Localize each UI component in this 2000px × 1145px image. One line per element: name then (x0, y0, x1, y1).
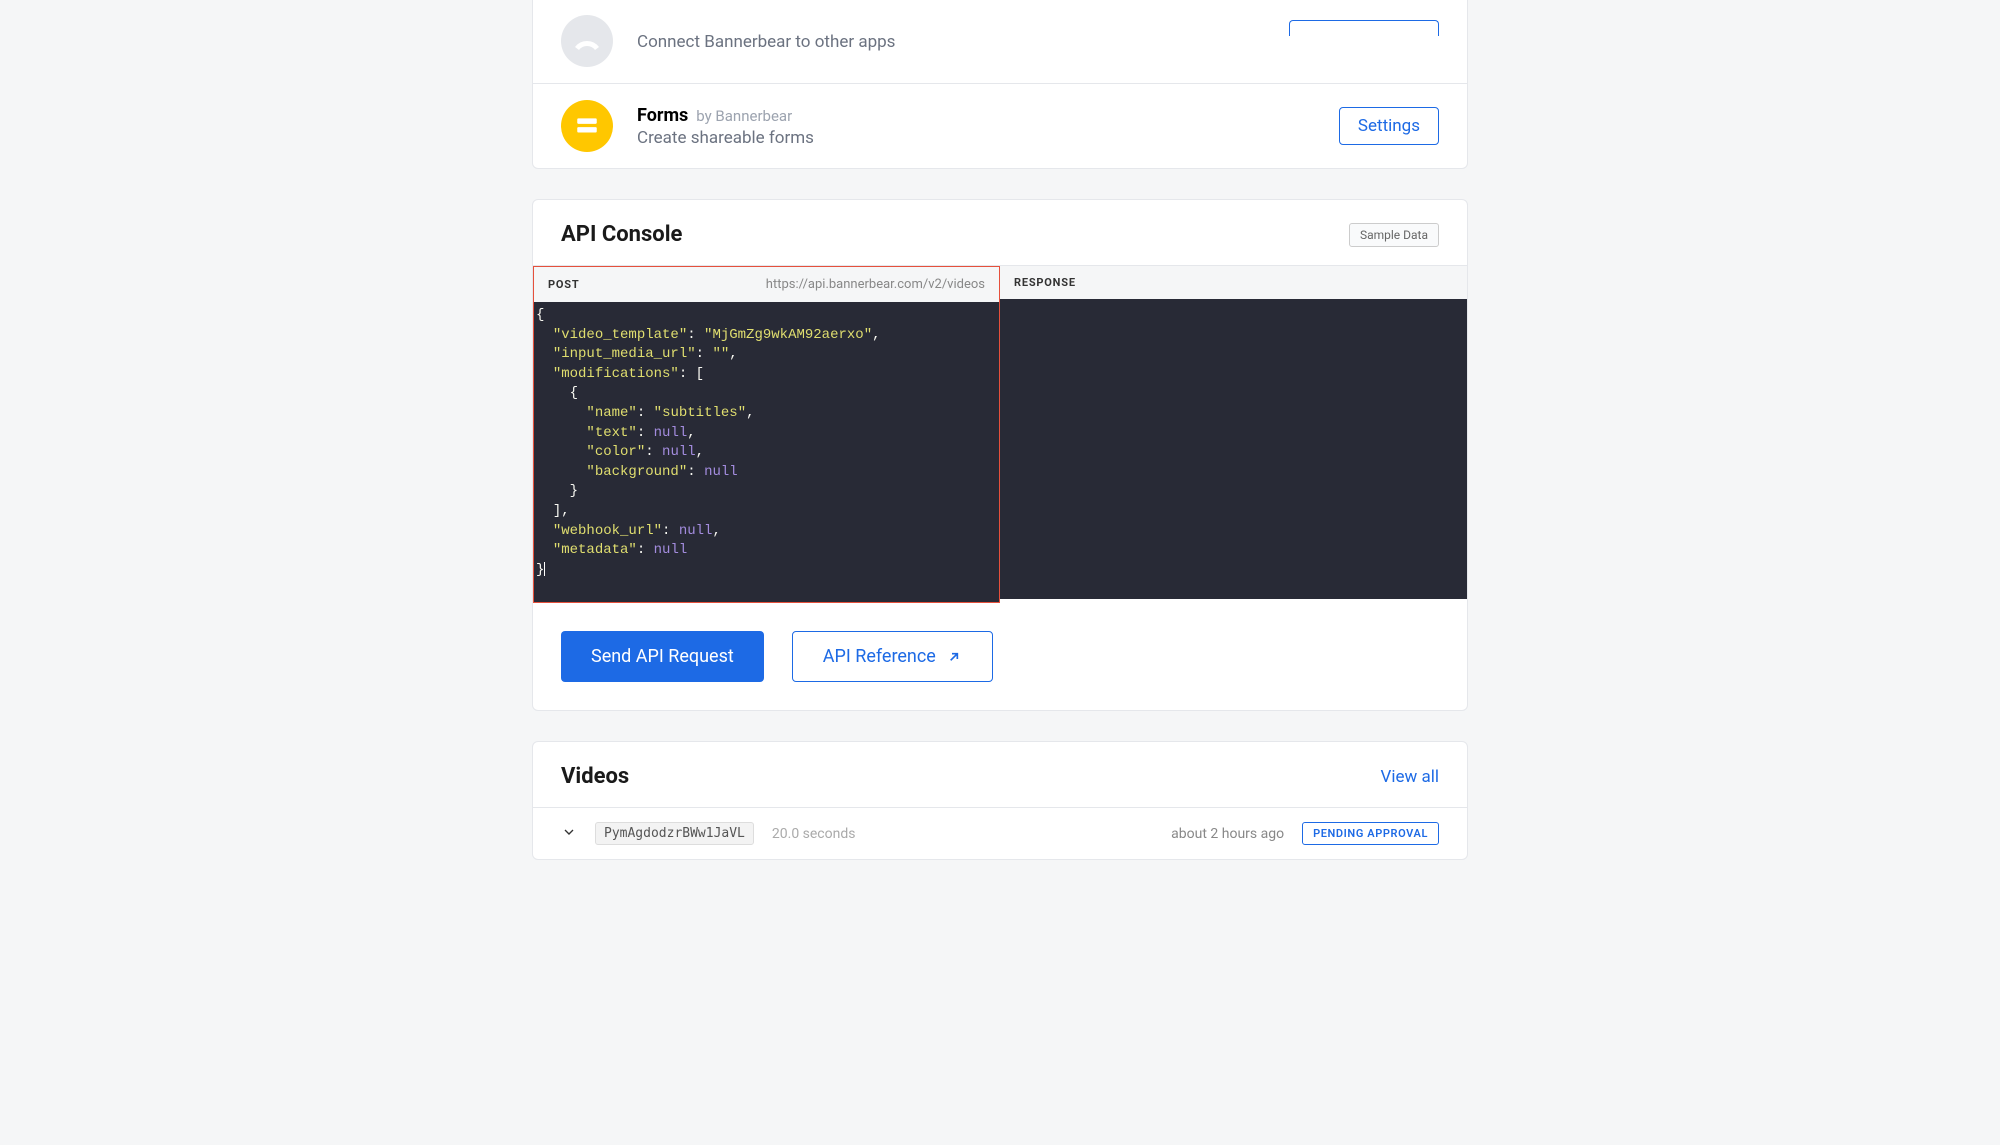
forms-title: Forms (637, 105, 688, 126)
forms-settings-button[interactable]: Settings (1339, 107, 1439, 145)
api-reference-label: API Reference (823, 646, 936, 667)
partial-button[interactable] (1289, 20, 1439, 36)
external-link-icon (946, 649, 962, 665)
mod-name-value: subtitles (662, 405, 738, 421)
send-api-request-button[interactable]: Send API Request (561, 631, 764, 682)
webhook-value: null (679, 523, 713, 539)
request-url: https://api.bannerbear.com/v2/videos (766, 277, 985, 292)
video-row[interactable]: PymAgdodzrBWw1JaVL 20.0 seconds about 2 … (533, 807, 1467, 859)
video-timeago: about 2 hours ago (1171, 826, 1284, 842)
forms-subtitle: Create shareable forms (637, 128, 814, 148)
chevron-down-icon[interactable] (561, 824, 577, 844)
metadata-value: null (654, 542, 688, 558)
mod-bg-value: null (704, 464, 738, 480)
video-duration: 20.0 seconds (772, 826, 856, 842)
response-body (1000, 299, 1467, 599)
response-label: RESPONSE (1014, 276, 1076, 289)
connect-icon (561, 15, 613, 67)
forms-icon (561, 100, 613, 152)
mod-color-value: null (662, 444, 696, 460)
status-badge: PENDING APPROVAL (1302, 822, 1439, 845)
videos-title: Videos (561, 764, 629, 789)
api-reference-button[interactable]: API Reference (792, 631, 993, 682)
arc-icon (572, 26, 602, 56)
forms-glyph (574, 113, 600, 139)
video-template-value: MjGmZg9wkAM92aerxo (712, 327, 863, 343)
editor-cursor (544, 562, 545, 576)
video-id: PymAgdodzrBWw1JaVL (595, 822, 754, 845)
connect-subtitle: Connect Bannerbear to other apps (637, 32, 895, 52)
api-console-title: API Console (561, 222, 682, 247)
forms-byline: by Bannerbear (696, 107, 792, 125)
mod-text-value: null (654, 425, 688, 441)
request-method-label: POST (548, 278, 579, 291)
view-all-link[interactable]: View all (1381, 767, 1439, 787)
request-body-editor[interactable]: { "video_template": "MjGmZg9wkAM92aerxo"… (534, 302, 999, 602)
sample-data-button[interactable]: Sample Data (1349, 223, 1439, 247)
